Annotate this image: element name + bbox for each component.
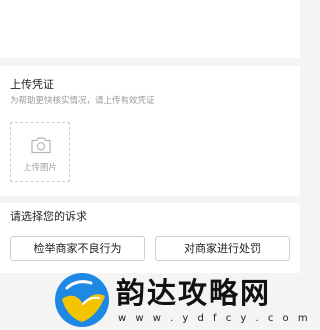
camera-icon [31,137,51,154]
upload-proof-hint: 为帮助更快核实情况，请上传有效凭证 [10,96,155,106]
appeal-section: 请选择您的诉求 检举商家不良行为 对商家进行处罚 [0,203,300,273]
upload-proof-title: 上传凭证 [10,78,54,91]
upload-image-label: 上传图片 [22,163,57,173]
upload-image-button[interactable]: 上传图片 [10,122,70,182]
top-blank-panel [0,0,300,58]
watermark-title: 韵达攻略网 [116,276,272,310]
watermark-url: w w w . y d f c y . c o m [118,313,311,324]
watermark: 韵达攻略网 w w w . y d f c y . c o m [50,270,308,330]
watermark-logo [55,273,109,327]
appeal-title: 请选择您的诉求 [10,210,87,223]
punish-merchant-button[interactable]: 对商家进行处罚 [155,236,290,261]
upload-proof-section: 上传凭证 为帮助更快核实情况，请上传有效凭证 上传图片 [0,66,300,196]
report-merchant-button[interactable]: 检举商家不良行为 [10,236,145,261]
